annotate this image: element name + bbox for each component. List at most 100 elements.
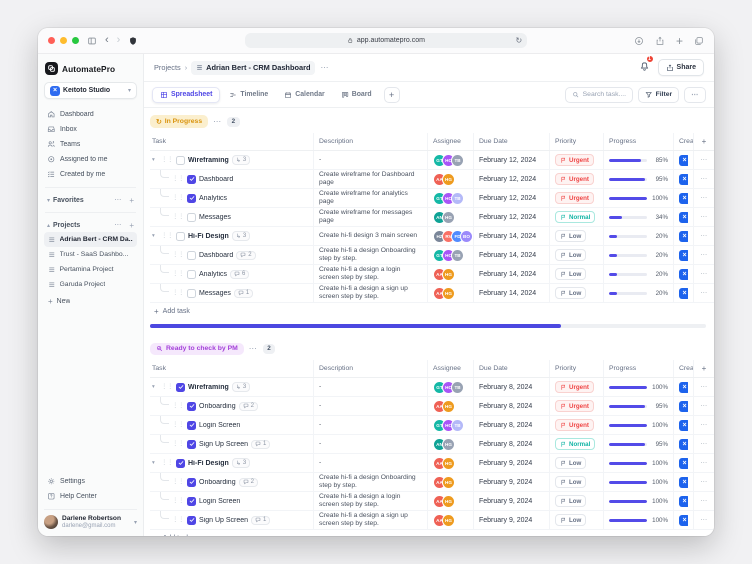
row-menu-icon[interactable]: ⋯ bbox=[700, 421, 708, 429]
toolbar-menu-button[interactable]: ⋯ bbox=[684, 87, 706, 103]
assignee-cell[interactable]: GTHCTB bbox=[428, 246, 474, 264]
task-row[interactable]: ⋮⋮Analytics6Create hi-fi a design a logi… bbox=[150, 265, 714, 284]
sidebar-new-button[interactable]: + New bbox=[44, 294, 137, 309]
assignee-avatar[interactable]: HG bbox=[442, 211, 455, 224]
description-cell[interactable]: - bbox=[314, 454, 428, 472]
priority-cell[interactable]: Low bbox=[550, 246, 604, 264]
task-checkbox[interactable] bbox=[187, 194, 196, 203]
created-by-cell[interactable]: ×Keitoto Studio bbox=[674, 208, 694, 226]
description-cell[interactable]: - bbox=[314, 378, 428, 396]
created-by-cell[interactable]: ×Keitoto Studio bbox=[674, 189, 694, 207]
priority-cell[interactable]: Urgent bbox=[550, 170, 604, 188]
assignee-avatar[interactable]: HG bbox=[442, 457, 455, 470]
task-checkbox[interactable] bbox=[187, 402, 196, 411]
forward-icon[interactable]: › bbox=[117, 35, 121, 46]
task-checkbox[interactable] bbox=[187, 440, 196, 449]
due-date-cell[interactable]: February 12, 2024 bbox=[474, 208, 550, 226]
tab-timeline[interactable]: Timeline bbox=[222, 88, 275, 102]
sidebar-item-created-by-me[interactable]: Created by me bbox=[44, 167, 137, 182]
sidebar-project-item[interactable]: Pertamina Project bbox=[44, 262, 137, 277]
breadcrumb-current[interactable]: Adrian Bert - CRM Dashboard bbox=[191, 61, 315, 75]
sidebar-item-inbox[interactable]: Inbox bbox=[44, 122, 137, 137]
description-cell[interactable]: Create hi-fi a design a sign up screen s… bbox=[314, 284, 428, 302]
due-date-cell[interactable]: February 9, 2024 bbox=[474, 492, 550, 510]
sidebar-section-projects[interactable]: ▴ Projects ⋯ + bbox=[44, 218, 137, 232]
description-cell[interactable]: - bbox=[314, 397, 428, 415]
expand-chevron-icon[interactable]: ▾ bbox=[152, 157, 158, 163]
address-bar[interactable]: app.automatepro.com ↻ bbox=[245, 33, 527, 48]
sidebar-item-dashboard[interactable]: Dashboard bbox=[44, 107, 137, 122]
sidebar-project-item[interactable]: Adrian Bert - CRM Da... bbox=[44, 232, 137, 247]
drag-handle-icon[interactable]: ⋮⋮ bbox=[172, 290, 184, 297]
sidebar-item-teams[interactable]: Teams bbox=[44, 137, 137, 152]
subtask-count-badge[interactable]: ↳3 bbox=[232, 155, 250, 165]
group-status-chip[interactable]: ↻In Progress bbox=[150, 115, 208, 128]
column-header-due-date[interactable]: Due Date bbox=[474, 360, 550, 377]
task-row[interactable]: ▾⋮⋮Hi-Fi Design↳3-AAHGFebruary 9, 2024Lo… bbox=[150, 454, 714, 473]
task-checkbox[interactable] bbox=[187, 270, 196, 279]
row-menu-icon[interactable]: ⋯ bbox=[700, 251, 708, 259]
task-checkbox[interactable] bbox=[187, 251, 196, 260]
row-menu-icon[interactable]: ⋯ bbox=[700, 270, 708, 278]
drag-handle-icon[interactable]: ⋮⋮ bbox=[172, 479, 184, 486]
drag-handle-icon[interactable]: ⋮⋮ bbox=[172, 517, 184, 524]
user-profile[interactable]: Darlene Robertson darlene@gmail.com ▾ bbox=[44, 509, 137, 530]
task-checkbox[interactable] bbox=[176, 232, 185, 241]
task-checkbox[interactable] bbox=[187, 478, 196, 487]
description-cell[interactable]: Create hi-fi a design a login screen ste… bbox=[314, 492, 428, 510]
assignee-cell[interactable]: ANHG bbox=[428, 208, 474, 226]
assignee-avatar[interactable]: HG bbox=[442, 400, 455, 413]
due-date-cell[interactable]: February 14, 2024 bbox=[474, 227, 550, 245]
task-row[interactable]: ⋮⋮Sign Up Screen1-ANHGFebruary 8, 2024No… bbox=[150, 435, 714, 454]
due-date-cell[interactable]: February 9, 2024 bbox=[474, 473, 550, 491]
assignee-avatar[interactable]: BO bbox=[460, 230, 473, 243]
breadcrumb-root[interactable]: Projects bbox=[154, 63, 181, 72]
assignee-avatar[interactable]: TB bbox=[451, 381, 464, 394]
assignee-cell[interactable]: GTHCTB bbox=[428, 189, 474, 207]
row-menu-icon[interactable]: ⋯ bbox=[700, 232, 708, 240]
column-header-assignee[interactable]: Assignee bbox=[428, 133, 474, 150]
drag-handle-icon[interactable]: ⋮⋮ bbox=[172, 403, 184, 410]
comment-count-badge[interactable]: 1 bbox=[234, 289, 253, 298]
drag-handle-icon[interactable]: ⋮⋮ bbox=[172, 422, 184, 429]
add-task-button[interactable]: +Add task bbox=[150, 303, 714, 320]
task-row[interactable]: ▾⋮⋮Hi-Fi Design↳3Create hi-fi design 3 m… bbox=[150, 227, 714, 246]
due-date-cell[interactable]: February 8, 2024 bbox=[474, 397, 550, 415]
task-checkbox[interactable] bbox=[187, 421, 196, 430]
share-button[interactable]: Share bbox=[658, 59, 704, 76]
breadcrumb-menu-icon[interactable]: ⋯ bbox=[320, 63, 329, 72]
sidebar-section-favorites[interactable]: ▾ Favorites ⋯ + bbox=[44, 193, 137, 207]
maximize-window-button[interactable] bbox=[72, 37, 79, 44]
description-cell[interactable]: Create wireframe for Dashboard page bbox=[314, 170, 428, 188]
row-menu-icon[interactable]: ⋯ bbox=[700, 194, 708, 202]
column-header-due-date[interactable]: Due Date bbox=[474, 133, 550, 150]
assignee-avatar[interactable]: HG bbox=[442, 495, 455, 508]
row-menu-icon[interactable]: ⋯ bbox=[700, 383, 708, 391]
assignee-avatar[interactable]: TB bbox=[451, 154, 464, 167]
add-view-button[interactable]: + bbox=[384, 87, 400, 103]
assignee-avatar[interactable]: HG bbox=[442, 287, 455, 300]
assignee-cell[interactable]: AAHG bbox=[428, 473, 474, 491]
column-header-description[interactable]: Description bbox=[314, 360, 428, 377]
description-cell[interactable]: Create hi-fi a design Onboarding step by… bbox=[314, 246, 428, 264]
notifications-button[interactable]: 1 bbox=[639, 59, 650, 77]
new-tab-icon[interactable]: + bbox=[676, 35, 683, 47]
task-checkbox[interactable] bbox=[187, 516, 196, 525]
assignee-cell[interactable]: AAHG bbox=[428, 492, 474, 510]
column-header-priority[interactable]: Priority bbox=[550, 133, 604, 150]
comment-count-badge[interactable]: 2 bbox=[239, 478, 258, 487]
due-date-cell[interactable]: February 9, 2024 bbox=[474, 511, 550, 529]
assignee-avatar[interactable]: TB bbox=[451, 192, 464, 205]
favorites-menu-icon[interactable]: ⋯ bbox=[114, 196, 122, 204]
column-header-description[interactable]: Description bbox=[314, 133, 428, 150]
drag-handle-icon[interactable]: ⋮⋮ bbox=[172, 441, 184, 448]
assignee-cell[interactable]: GTHCTB bbox=[428, 151, 474, 169]
task-checkbox[interactable] bbox=[187, 497, 196, 506]
assignee-cell[interactable]: AAHG bbox=[428, 265, 474, 283]
due-date-cell[interactable]: February 8, 2024 bbox=[474, 435, 550, 453]
column-header-assignee[interactable]: Assignee bbox=[428, 360, 474, 377]
row-menu-icon[interactable]: ⋯ bbox=[700, 402, 708, 410]
due-date-cell[interactable]: February 12, 2024 bbox=[474, 189, 550, 207]
created-by-cell[interactable]: ×Keitoto Studio bbox=[674, 473, 694, 491]
assignee-avatar[interactable]: HG bbox=[442, 514, 455, 527]
